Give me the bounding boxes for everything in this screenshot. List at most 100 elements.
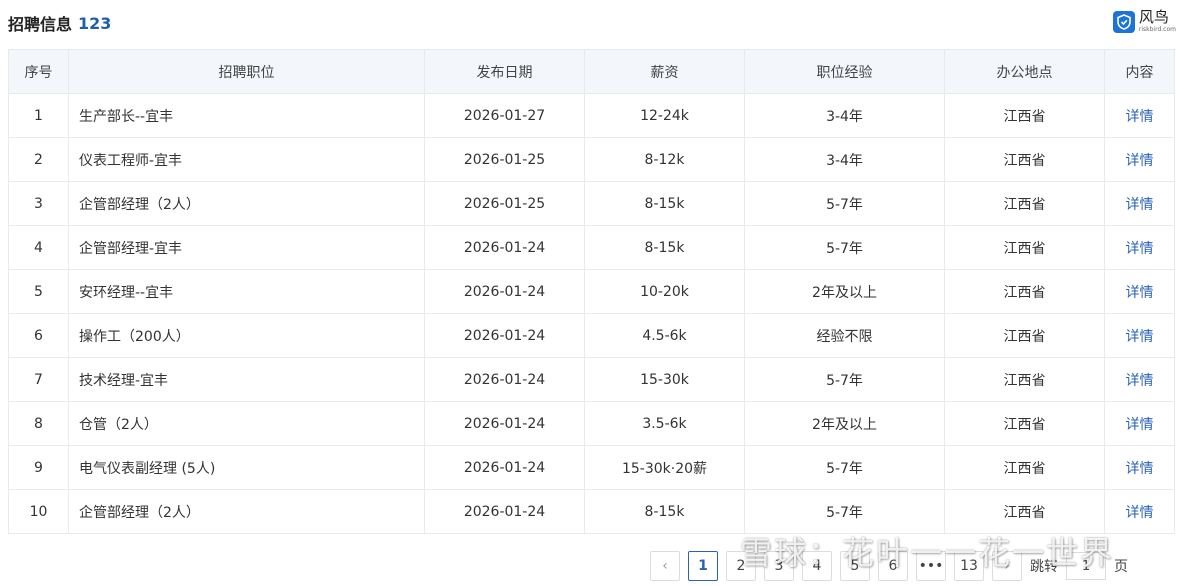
jobs-table: 序号 招聘职位 发布日期 薪资 职位经验 办公地点 内容 1 生产部长--宜丰 … xyxy=(8,49,1175,534)
page-button-last[interactable]: 13 xyxy=(954,551,984,581)
cell-salary: 15-30k xyxy=(584,357,745,402)
table-row: 9 电气仪表副经理 (5人) 2026-01-24 15-30k·20薪 5-7… xyxy=(8,445,1175,490)
cell-date: 2026-01-24 xyxy=(424,225,585,270)
page-button-6[interactable]: 6 xyxy=(878,551,908,581)
column-header-index: 序号 xyxy=(8,49,69,94)
table-row: 10 企管部经理（2人） 2026-01-24 8-15k 5-7年 江西省 详… xyxy=(8,489,1175,534)
cell-date: 2026-01-25 xyxy=(424,137,585,182)
cell-index: 7 xyxy=(8,357,69,402)
column-header-date: 发布日期 xyxy=(424,49,585,94)
page-button-2[interactable]: 2 xyxy=(726,551,756,581)
cell-location: 江西省 xyxy=(944,313,1105,358)
cell-experience: 5-7年 xyxy=(744,225,945,270)
cell-location: 江西省 xyxy=(944,269,1105,314)
brand-domain: riskbird.com xyxy=(1138,26,1176,33)
table-row: 8 仓管（2人） 2026-01-24 3.5-6k 2年及以上 江西省 详情 xyxy=(8,401,1175,446)
cell-index: 4 xyxy=(8,225,69,270)
detail-link[interactable]: 详情 xyxy=(1126,417,1154,433)
section-title: 招聘信息 xyxy=(8,15,73,34)
table-row: 3 企管部经理（2人） 2026-01-25 8-15k 5-7年 江西省 详情 xyxy=(8,181,1175,226)
table-row: 4 企管部经理-宜丰 2026-01-24 8-15k 5-7年 江西省 详情 xyxy=(8,225,1175,270)
cell-date: 2026-01-24 xyxy=(424,269,585,314)
cell-experience: 3-4年 xyxy=(744,137,945,182)
cell-date: 2026-01-25 xyxy=(424,181,585,226)
cell-detail: 详情 xyxy=(1104,93,1175,138)
cell-date: 2026-01-24 xyxy=(424,357,585,402)
cell-index: 5 xyxy=(8,269,69,314)
cell-position: 电气仪表副经理 (5人) xyxy=(68,445,425,490)
cell-salary: 10-20k xyxy=(584,269,745,314)
cell-salary: 3.5-6k xyxy=(584,401,745,446)
detail-link[interactable]: 详情 xyxy=(1126,153,1154,169)
column-header-location: 办公地点 xyxy=(944,49,1105,94)
cell-detail: 详情 xyxy=(1104,137,1175,182)
prev-page-button[interactable]: ‹ xyxy=(650,551,680,581)
cell-salary: 8-12k xyxy=(584,137,745,182)
cell-salary: 4.5-6k xyxy=(584,313,745,358)
page-button-3[interactable]: 3 xyxy=(764,551,794,581)
detail-link[interactable]: 详情 xyxy=(1126,285,1154,301)
detail-link[interactable]: 详情 xyxy=(1126,373,1154,389)
cell-date: 2026-01-27 xyxy=(424,93,585,138)
cell-position: 仓管（2人） xyxy=(68,401,425,446)
cell-location: 江西省 xyxy=(944,181,1105,226)
detail-link[interactable]: 详情 xyxy=(1126,241,1154,257)
cell-index: 8 xyxy=(8,401,69,446)
cell-position: 技术经理-宜丰 xyxy=(68,357,425,402)
next-page-button[interactable]: › xyxy=(992,551,1022,581)
jump-page-input[interactable] xyxy=(1066,552,1106,580)
cell-index: 3 xyxy=(8,181,69,226)
cell-date: 2026-01-24 xyxy=(424,313,585,358)
detail-link[interactable]: 详情 xyxy=(1126,329,1154,345)
cell-location: 江西省 xyxy=(944,445,1105,490)
brand-logo: 风鸟 riskbird.com xyxy=(1112,10,1176,33)
page-ellipsis-button[interactable]: ••• xyxy=(916,551,946,581)
cell-date: 2026-01-24 xyxy=(424,401,585,446)
cell-location: 江西省 xyxy=(944,401,1105,446)
cell-detail: 详情 xyxy=(1104,357,1175,402)
cell-salary: 8-15k xyxy=(584,181,745,226)
cell-experience: 2年及以上 xyxy=(744,401,945,446)
cell-detail: 详情 xyxy=(1104,313,1175,358)
cell-index: 1 xyxy=(8,93,69,138)
cell-detail: 详情 xyxy=(1104,225,1175,270)
cell-position: 安环经理--宜丰 xyxy=(68,269,425,314)
cell-salary: 8-15k xyxy=(584,225,745,270)
detail-link[interactable]: 详情 xyxy=(1126,109,1154,125)
detail-link[interactable]: 详情 xyxy=(1126,461,1154,477)
table-row: 1 生产部长--宜丰 2026-01-27 12-24k 3-4年 江西省 详情 xyxy=(8,93,1175,138)
detail-link[interactable]: 详情 xyxy=(1126,197,1154,213)
cell-salary: 8-15k xyxy=(584,489,745,534)
detail-link[interactable]: 详情 xyxy=(1126,505,1154,521)
page-button-4[interactable]: 4 xyxy=(802,551,832,581)
cell-location: 江西省 xyxy=(944,225,1105,270)
table-row: 6 操作工（200人） 2026-01-24 4.5-6k 经验不限 江西省 详… xyxy=(8,313,1175,358)
cell-date: 2026-01-24 xyxy=(424,445,585,490)
jump-label: 跳转 xyxy=(1030,559,1058,575)
job-count: 123 xyxy=(78,13,112,33)
cell-experience: 5-7年 xyxy=(744,445,945,490)
cell-experience: 3-4年 xyxy=(744,93,945,138)
cell-position: 企管部经理-宜丰 xyxy=(68,225,425,270)
page-button-1[interactable]: 1 xyxy=(688,551,718,581)
page-unit-label: 页 xyxy=(1114,559,1128,575)
column-header-detail: 内容 xyxy=(1104,49,1175,94)
cell-location: 江西省 xyxy=(944,357,1105,402)
cell-experience: 经验不限 xyxy=(744,313,945,358)
page-button-5[interactable]: 5 xyxy=(840,551,870,581)
pagination: ‹ 1 2 3 4 5 6 ••• 13 › 跳转 页 xyxy=(650,550,1128,582)
cell-detail: 详情 xyxy=(1104,489,1175,534)
column-header-position: 招聘职位 xyxy=(68,49,425,94)
shield-icon xyxy=(1112,10,1135,33)
cell-index: 2 xyxy=(8,137,69,182)
cell-experience: 5-7年 xyxy=(744,357,945,402)
cell-detail: 详情 xyxy=(1104,269,1175,314)
cell-position: 企管部经理（2人） xyxy=(68,181,425,226)
cell-location: 江西省 xyxy=(944,137,1105,182)
cell-experience: 5-7年 xyxy=(744,181,945,226)
cell-index: 9 xyxy=(8,445,69,490)
cell-experience: 5-7年 xyxy=(744,489,945,534)
cell-experience: 2年及以上 xyxy=(744,269,945,314)
column-header-salary: 薪资 xyxy=(584,49,745,94)
table-row: 7 技术经理-宜丰 2026-01-24 15-30k 5-7年 江西省 详情 xyxy=(8,357,1175,402)
